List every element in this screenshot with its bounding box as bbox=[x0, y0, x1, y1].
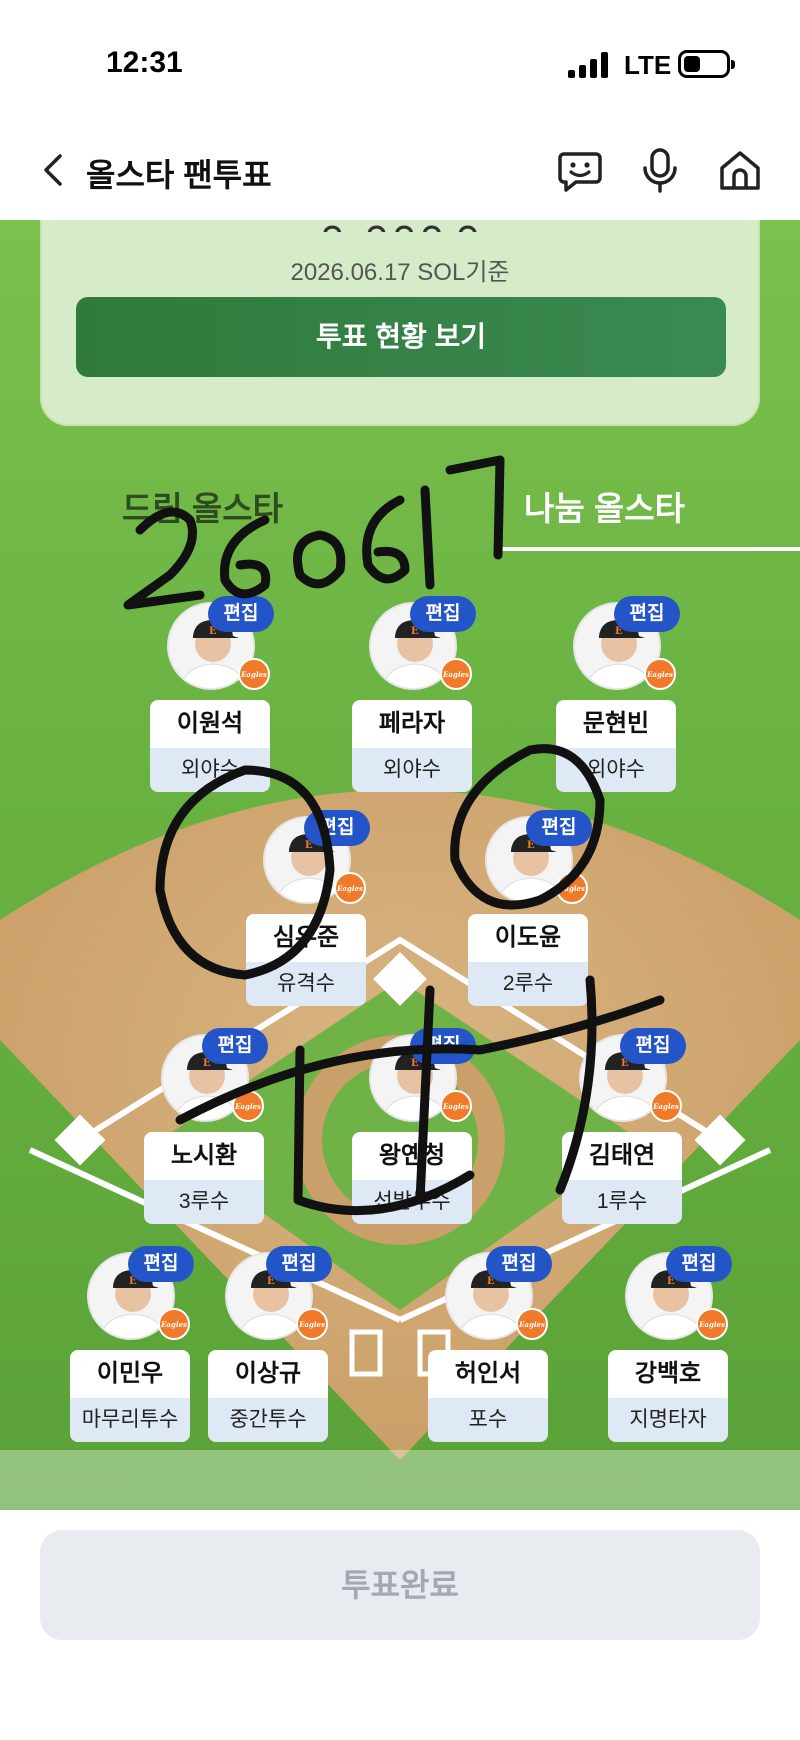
player-position: 지명타자 bbox=[608, 1398, 728, 1442]
player-position: 선발투수 bbox=[352, 1180, 472, 1224]
player-name: 이원석 bbox=[150, 700, 270, 748]
edit-button[interactable]: 편집 bbox=[266, 1246, 332, 1282]
edit-button[interactable]: 편집 bbox=[128, 1246, 194, 1282]
player-position: 2루수 bbox=[468, 962, 588, 1006]
player-card: E Eagles 편집 이상규 중간투수 bbox=[208, 1246, 332, 1452]
edit-button[interactable]: 편집 bbox=[202, 1028, 268, 1064]
player-name: 노시환 bbox=[144, 1132, 264, 1180]
signal-icon bbox=[568, 52, 612, 78]
player-position: 외야수 bbox=[352, 748, 472, 792]
eagles-logo-icon: Eagles bbox=[440, 1090, 472, 1122]
eagles-logo-icon: Eagles bbox=[516, 1308, 548, 1340]
microphone-icon[interactable] bbox=[636, 146, 684, 194]
eagles-logo-icon: Eagles bbox=[696, 1308, 728, 1340]
edit-button[interactable]: 편집 bbox=[208, 596, 274, 632]
player-name: 심우준 bbox=[246, 914, 366, 962]
eagles-logo-icon: Eagles bbox=[158, 1308, 190, 1340]
edit-button[interactable]: 편집 bbox=[410, 1028, 476, 1064]
player-name: 이도윤 bbox=[468, 914, 588, 962]
eagles-logo-icon: Eagles bbox=[650, 1090, 682, 1122]
player-name: 문현빈 bbox=[556, 700, 676, 748]
chat-face-icon[interactable] bbox=[556, 146, 604, 194]
player-name: 페라자 bbox=[352, 700, 472, 748]
vote-summary-card: ㅇ ,ㅇㅇㅇ,ㅇ 2026.06.17 SOL기준 투표 현황 보기 bbox=[40, 220, 760, 426]
player-name: 강백호 bbox=[608, 1350, 728, 1398]
eagles-logo-icon: Eagles bbox=[238, 658, 270, 690]
player-position: 3루수 bbox=[144, 1180, 264, 1224]
active-tab-indicator bbox=[500, 547, 800, 551]
edit-button[interactable]: 편집 bbox=[410, 596, 476, 632]
player-position: 중간투수 bbox=[208, 1398, 328, 1442]
tab-nanum-allstar[interactable]: 나눔 올스타 bbox=[524, 482, 685, 530]
eagles-logo-icon: Eagles bbox=[296, 1308, 328, 1340]
player-position: 포수 bbox=[428, 1398, 548, 1442]
eagles-logo-icon: Eagles bbox=[232, 1090, 264, 1122]
player-name: 허인서 bbox=[428, 1350, 548, 1398]
edit-button[interactable]: 편집 bbox=[486, 1246, 552, 1282]
player-card: E Eagles 편집 심우준 유격수 bbox=[246, 810, 370, 1016]
player-card: E Eagles 편집 노시환 3루수 bbox=[144, 1028, 268, 1234]
player-position: 외야수 bbox=[556, 748, 676, 792]
player-card: E Eagles 편집 김태연 1루수 bbox=[562, 1028, 686, 1234]
edit-button[interactable]: 편집 bbox=[304, 810, 370, 846]
eagles-logo-icon: Eagles bbox=[334, 872, 366, 904]
player-card: E Eagles 편집 왕옌청 선발투수 bbox=[352, 1028, 476, 1234]
status-bar: 12:31 LTE bbox=[0, 0, 800, 120]
app-header: 올스타 팬투표 bbox=[0, 120, 800, 220]
player-name: 왕옌청 bbox=[352, 1132, 472, 1180]
player-name: 이민우 bbox=[70, 1350, 190, 1398]
battery-icon bbox=[678, 50, 735, 78]
edit-button[interactable]: 편집 bbox=[526, 810, 592, 846]
vote-date-label: 2026.06.17 SOL기준 bbox=[290, 259, 510, 286]
player-card: E Eagles 편집 강백호 지명타자 bbox=[608, 1246, 732, 1452]
bottom-action-area: 투표완료 bbox=[0, 1510, 800, 1740]
page-title: 올스타 팬투표 bbox=[86, 157, 272, 193]
chevron-left-icon[interactable] bbox=[34, 150, 74, 190]
edit-button[interactable]: 편집 bbox=[666, 1246, 732, 1282]
player-position: 유격수 bbox=[246, 962, 366, 1006]
eagles-logo-icon: Eagles bbox=[644, 658, 676, 690]
baseball-field: ㅇ ,ㅇㅇㅇ,ㅇ 2026.06.17 SOL기준 투표 현황 보기 드림 올스… bbox=[0, 220, 800, 1510]
player-card: E Eagles 편집 이도윤 2루수 bbox=[468, 810, 592, 1016]
edit-button[interactable]: 편집 bbox=[620, 1028, 686, 1064]
player-position: 마무리투수 bbox=[70, 1398, 190, 1442]
player-card: E Eagles 편집 페라자 외야수 bbox=[352, 596, 476, 802]
player-card: E Eagles 편집 이민우 마무리투수 bbox=[70, 1246, 194, 1452]
player-name: 김태연 bbox=[562, 1132, 682, 1180]
view-vote-status-button[interactable]: 투표 현황 보기 bbox=[76, 297, 726, 377]
player-position: 1루수 bbox=[562, 1180, 682, 1224]
player-position: 외야수 bbox=[150, 748, 270, 792]
edit-button[interactable]: 편집 bbox=[614, 596, 680, 632]
eagles-logo-icon: Eagles bbox=[556, 872, 588, 904]
vote-complete-button[interactable]: 투표완료 bbox=[40, 1530, 760, 1640]
player-card: E Eagles 편집 문현빈 외야수 bbox=[556, 596, 680, 802]
player-name: 이상규 bbox=[208, 1350, 328, 1398]
network-label: LTE bbox=[624, 50, 672, 80]
home-icon[interactable] bbox=[716, 146, 764, 194]
player-card: E Eagles 편집 이원석 외야수 bbox=[150, 596, 274, 802]
eagles-logo-icon: Eagles bbox=[440, 658, 472, 690]
tab-dream-allstar[interactable]: 드림 올스타 bbox=[122, 482, 283, 530]
player-card: E Eagles 편집 허인서 포수 bbox=[428, 1246, 552, 1452]
vote-count-partial: ㅇ ,ㅇㅇㅇ,ㅇ bbox=[42, 220, 758, 232]
status-time: 12:31 bbox=[106, 46, 183, 79]
